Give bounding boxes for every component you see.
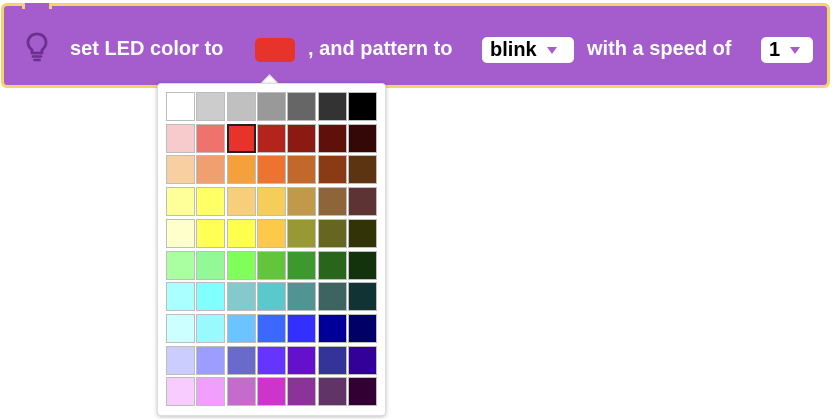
color-swatch-option[interactable] — [196, 218, 226, 248]
color-swatch-option[interactable] — [287, 282, 317, 312]
color-swatch-option[interactable] — [347, 282, 377, 312]
color-swatch-option[interactable] — [287, 377, 317, 407]
color-swatch-option[interactable] — [347, 345, 377, 375]
color-swatch-option[interactable] — [287, 218, 317, 248]
color-swatch-option[interactable] — [226, 250, 256, 280]
color-swatch-option[interactable] — [347, 377, 377, 407]
color-swatch-option[interactable] — [347, 155, 377, 185]
color-swatch-option[interactable] — [166, 187, 195, 217]
color-swatch-option[interactable] — [166, 250, 195, 280]
color-swatch-option[interactable] — [317, 250, 347, 280]
color-swatch-option[interactable] — [226, 187, 256, 217]
color-swatch-option[interactable] — [166, 123, 195, 153]
color-palette-popup — [157, 83, 386, 416]
color-swatch-option[interactable] — [256, 250, 286, 280]
speed-label: with a speed of — [587, 38, 732, 60]
color-swatch-option[interactable] — [226, 155, 256, 185]
color-swatch-option[interactable] — [196, 345, 226, 375]
color-swatch-option[interactable] — [317, 282, 347, 312]
color-swatch-option[interactable] — [166, 155, 195, 185]
color-swatch-option[interactable] — [256, 123, 286, 153]
workspace: set LED color to , and pattern to blink … — [0, 0, 832, 419]
color-swatch-option[interactable] — [347, 313, 377, 343]
color-swatch-option[interactable] — [226, 313, 256, 343]
color-swatch-option[interactable] — [347, 218, 377, 248]
color-swatch-option[interactable] — [347, 187, 377, 217]
color-swatch-option[interactable] — [317, 345, 347, 375]
color-swatch-option[interactable] — [347, 123, 377, 153]
color-swatch-option[interactable] — [317, 187, 347, 217]
color-swatch-option[interactable] — [226, 282, 256, 312]
color-swatch-option[interactable] — [196, 187, 226, 217]
color-swatch-option[interactable] — [287, 187, 317, 217]
color-swatch-option[interactable] — [166, 345, 195, 375]
color-swatch-option[interactable] — [256, 377, 286, 407]
color-swatch-option[interactable] — [226, 345, 256, 375]
block-notch — [22, 3, 52, 9]
lightbulb-icon — [26, 32, 48, 62]
color-swatch-option[interactable] — [166, 282, 195, 312]
pattern-label: , and pattern to — [308, 38, 453, 60]
color-swatch-option[interactable] — [287, 250, 317, 280]
chevron-down-icon — [790, 46, 801, 54]
color-swatch-option[interactable] — [287, 345, 317, 375]
color-swatch-option[interactable] — [256, 155, 286, 185]
color-swatch-option[interactable] — [226, 377, 256, 407]
color-swatch-option[interactable] — [226, 92, 256, 121]
color-swatch-option[interactable] — [256, 187, 286, 217]
color-swatch-option[interactable] — [287, 123, 317, 153]
color-swatch-option[interactable] — [256, 92, 286, 121]
led-color-field[interactable] — [255, 38, 295, 62]
color-swatch-option[interactable] — [317, 92, 347, 121]
color-swatch-option[interactable] — [196, 313, 226, 343]
color-swatch-option[interactable] — [166, 218, 195, 248]
color-swatch-option[interactable] — [317, 313, 347, 343]
color-swatch-option[interactable] — [166, 377, 195, 407]
color-swatch-option[interactable] — [347, 250, 377, 280]
color-swatch-option[interactable] — [287, 313, 317, 343]
color-swatch-option[interactable] — [166, 313, 195, 343]
color-swatch-option[interactable] — [226, 218, 256, 248]
color-swatch-option[interactable] — [196, 92, 226, 121]
color-swatch-option[interactable] — [166, 92, 195, 121]
color-swatch-option[interactable] — [196, 377, 226, 407]
color-swatch-option[interactable] — [196, 282, 226, 312]
color-swatch-option[interactable] — [256, 345, 286, 375]
pattern-dropdown[interactable]: blink — [482, 37, 574, 63]
color-swatch-option[interactable] — [287, 155, 317, 185]
color-swatch-option[interactable] — [287, 92, 317, 121]
pattern-value: blink — [490, 39, 537, 61]
speed-dropdown[interactable]: 1 — [761, 37, 813, 63]
color-swatch-option[interactable] — [347, 92, 377, 121]
color-swatch-option[interactable] — [196, 123, 226, 153]
color-swatch-option[interactable] — [317, 123, 347, 153]
color-swatch-option[interactable] — [317, 377, 347, 407]
set-led-block[interactable]: set LED color to , and pattern to blink … — [1, 3, 830, 88]
color-swatch-option[interactable] — [226, 123, 256, 153]
speed-value: 1 — [769, 39, 781, 61]
color-swatch-option[interactable] — [256, 282, 286, 312]
color-swatch-option[interactable] — [317, 155, 347, 185]
color-swatch-option[interactable] — [196, 155, 226, 185]
color-swatch-option[interactable] — [196, 250, 226, 280]
chevron-down-icon — [546, 46, 557, 54]
set-led-label: set LED color to — [70, 38, 224, 60]
color-swatch-option[interactable] — [256, 218, 286, 248]
color-swatch-option[interactable] — [317, 218, 347, 248]
color-swatch-option[interactable] — [256, 313, 286, 343]
